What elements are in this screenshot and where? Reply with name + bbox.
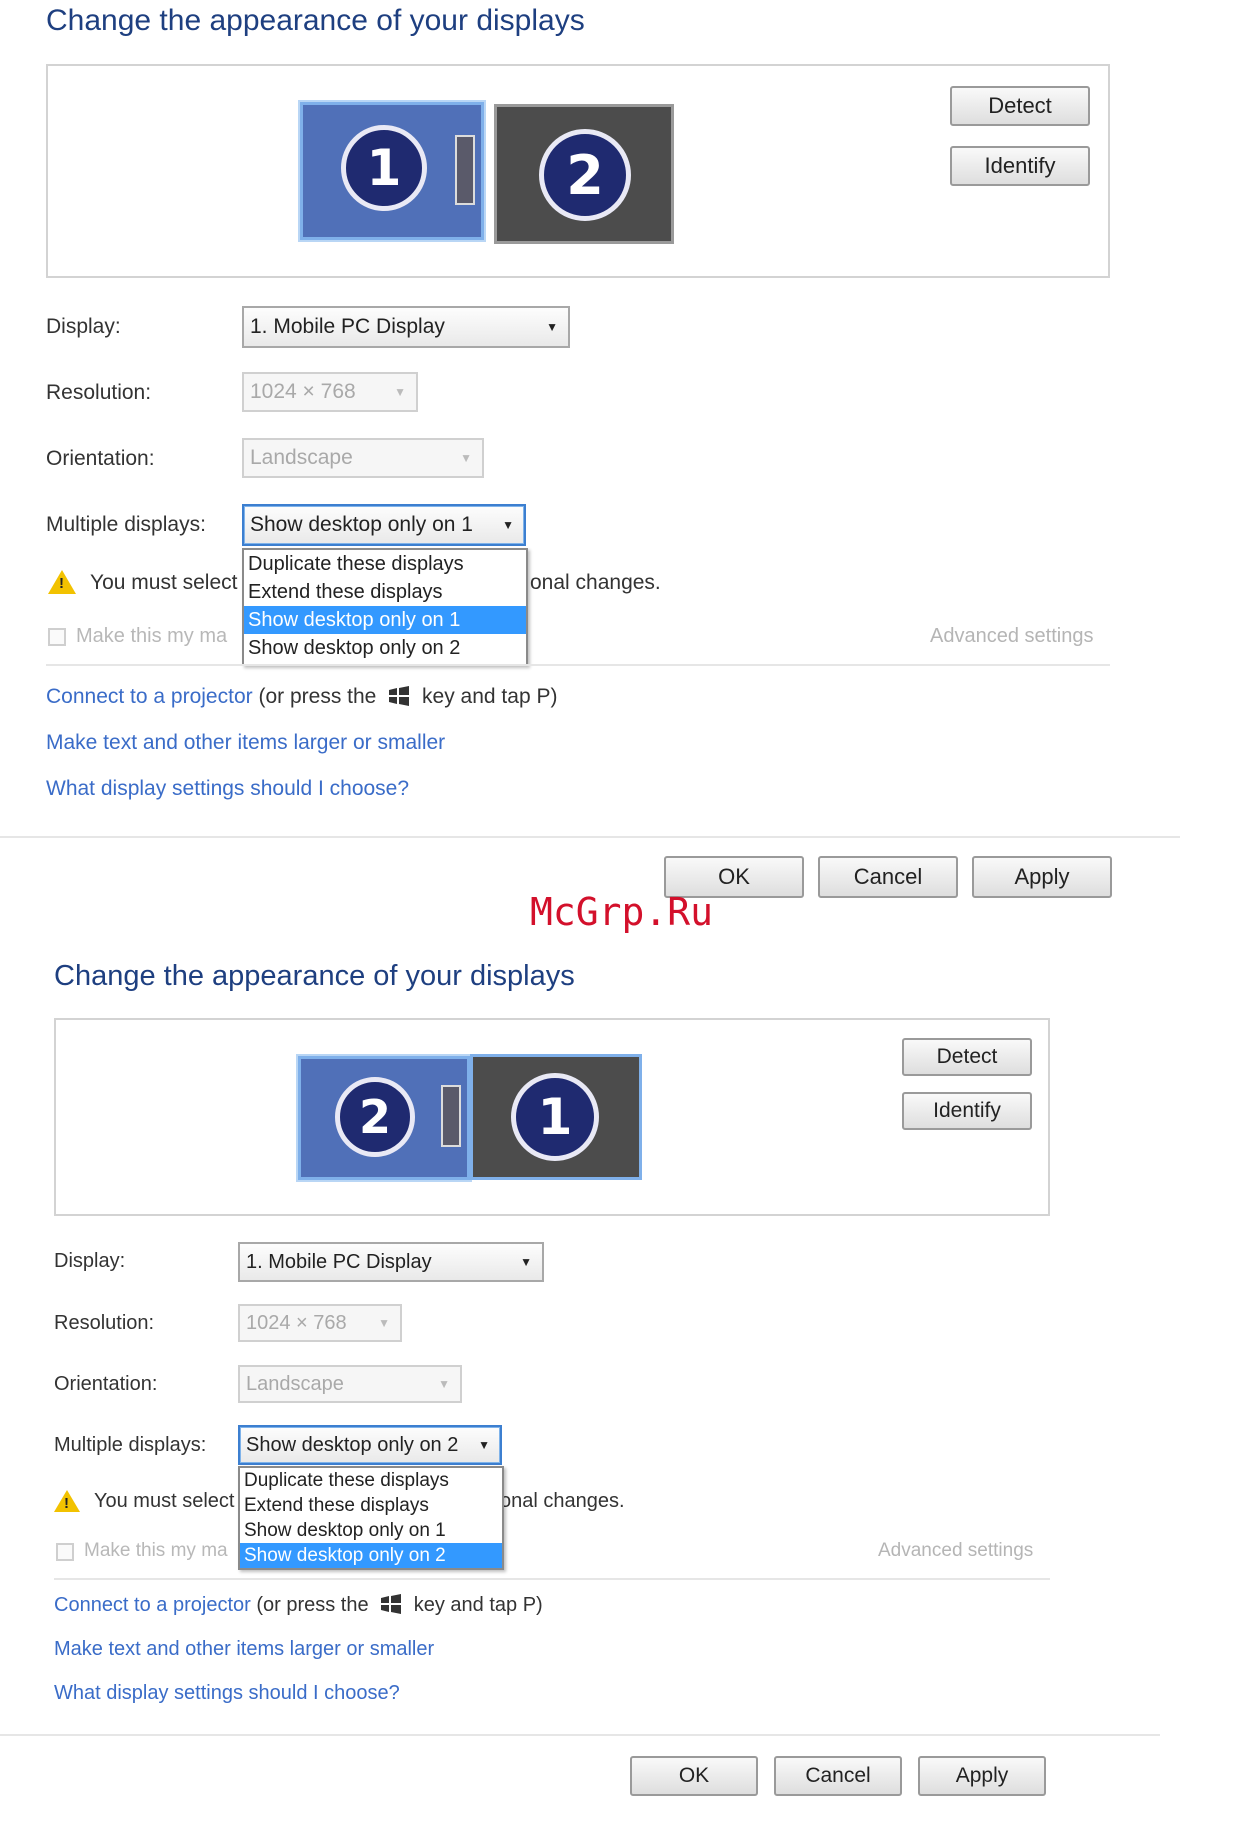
monitor-number: 1 [511, 1073, 599, 1161]
monitor-number: 1 [341, 125, 427, 211]
chevron-down-icon: ▼ [394, 385, 406, 399]
projector-link-row: Connect to a projector (or press the key… [54, 1594, 543, 1617]
windows-logo-icon [389, 686, 410, 706]
dropdown-option-show-only-1[interactable]: Show desktop only on 1 [240, 1518, 502, 1543]
taskbar-indicator [441, 1085, 461, 1147]
text-size-link[interactable]: Make text and other items larger or smal… [46, 731, 445, 755]
apply-button[interactable]: Apply [918, 1756, 1046, 1796]
dropdown-option-duplicate[interactable]: Duplicate these displays [240, 1468, 502, 1493]
dropdown-option-show-only-2[interactable]: Show desktop only on 2 [240, 1543, 502, 1568]
chevron-down-icon: ▼ [378, 1316, 390, 1330]
resolution-select[interactable]: 1024 × 768 ▼ [242, 372, 418, 412]
primary-display-checkbox-label: Make this my ma [84, 1540, 228, 1561]
display-select-value: 1. Mobile PC Display [250, 315, 445, 338]
monitor-arrangement-area: 1 2 Detect Identify [46, 64, 1110, 278]
cancel-button[interactable]: Cancel [818, 856, 958, 898]
warning-text-start: You must select [90, 571, 238, 594]
warning-icon: ! [54, 1490, 80, 1512]
divider [54, 1578, 1050, 1580]
identify-button[interactable]: Identify [950, 146, 1090, 186]
watermark: McGrp.Ru [530, 890, 714, 934]
monitor-1[interactable]: 1 [300, 102, 484, 240]
multiple-displays-select-value: Show desktop only on 1 [250, 513, 473, 536]
button-bar-divider [0, 1734, 1160, 1736]
projector-hint-text-end: key and tap P) [422, 685, 558, 708]
ok-button[interactable]: OK [630, 1756, 758, 1796]
resolution-label: Resolution: [46, 381, 152, 404]
divider [46, 664, 1110, 666]
projector-hint-text: (or press the [256, 1594, 369, 1616]
multiple-displays-label: Multiple displays: [46, 513, 206, 536]
chevron-down-icon: ▼ [478, 1438, 490, 1452]
multiple-displays-select-value: Show desktop only on 2 [246, 1433, 459, 1456]
dropdown-option-show-only-2[interactable]: Show desktop only on 2 [244, 634, 526, 662]
dropdown-option-show-only-1[interactable]: Show desktop only on 1 [244, 606, 526, 634]
display-label: Display: [46, 315, 121, 338]
monitor-number: 2 [539, 129, 631, 221]
advanced-settings-link[interactable]: Advanced settings [878, 1540, 1033, 1562]
resolution-select-value: 1024 × 768 [250, 380, 356, 403]
chevron-down-icon: ▼ [438, 1377, 450, 1391]
chevron-down-icon: ▼ [520, 1255, 532, 1269]
orientation-label: Orientation: [46, 447, 155, 470]
orientation-select[interactable]: Landscape ▼ [242, 438, 484, 478]
primary-display-checkbox[interactable] [56, 1543, 74, 1561]
taskbar-indicator [455, 135, 475, 205]
orientation-label: Orientation: [54, 1373, 158, 1395]
monitor-arrangement-area: 2 1 Detect Identify [54, 1018, 1050, 1216]
resolution-select-value: 1024 × 768 [246, 1311, 347, 1334]
monitor-number: 2 [335, 1077, 415, 1157]
connect-projector-link[interactable]: Connect to a projector [54, 1594, 251, 1616]
projector-hint-text-end: key and tap P) [413, 1594, 543, 1616]
chevron-down-icon: ▼ [546, 320, 558, 334]
dropdown-option-extend[interactable]: Extend these displays [240, 1493, 502, 1518]
identify-button[interactable]: Identify [902, 1092, 1032, 1130]
display-help-link[interactable]: What display settings should I choose? [54, 1682, 400, 1705]
warning-icon: ! [48, 570, 76, 594]
multiple-displays-select[interactable]: Show desktop only on 1 ▼ [242, 504, 526, 546]
dropdown-option-duplicate[interactable]: Duplicate these displays [244, 550, 526, 578]
orientation-select[interactable]: Landscape ▼ [238, 1365, 462, 1403]
chevron-down-icon: ▼ [502, 518, 514, 532]
multiple-displays-dropdown-list: Duplicate these displays Extend these di… [242, 548, 528, 666]
display-select[interactable]: 1. Mobile PC Display ▼ [238, 1242, 544, 1282]
display-select-value: 1. Mobile PC Display [246, 1250, 432, 1273]
dropdown-option-extend[interactable]: Extend these displays [244, 578, 526, 606]
page-title: Change the appearance of your displays [54, 960, 575, 992]
detect-button[interactable]: Detect [950, 86, 1090, 126]
warning-text-end: onal changes. [500, 1490, 625, 1512]
cancel-button[interactable]: Cancel [774, 1756, 902, 1796]
primary-display-checkbox[interactable] [48, 628, 66, 646]
detect-button[interactable]: Detect [902, 1038, 1032, 1076]
display-help-link[interactable]: What display settings should I choose? [46, 777, 409, 801]
warning-text-start: You must select [94, 1490, 235, 1512]
warning-text-end: onal changes. [530, 571, 661, 594]
multiple-displays-dropdown-list: Duplicate these displays Extend these di… [238, 1466, 504, 1570]
multiple-displays-label: Multiple displays: [54, 1434, 207, 1456]
chevron-down-icon: ▼ [460, 451, 472, 465]
page-title: Change the appearance of your displays [46, 4, 585, 37]
button-bar-divider [0, 836, 1180, 838]
monitor-2[interactable]: 2 [298, 1056, 470, 1180]
text-size-link[interactable]: Make text and other items larger or smal… [54, 1638, 434, 1661]
monitor-1[interactable]: 1 [470, 1054, 642, 1180]
monitor-2[interactable]: 2 [494, 104, 674, 244]
primary-display-checkbox-label: Make this my ma [76, 625, 228, 647]
windows-logo-icon [381, 1594, 402, 1614]
resolution-label: Resolution: [54, 1312, 155, 1334]
multiple-displays-select[interactable]: Show desktop only on 2 ▼ [238, 1425, 502, 1465]
resolution-select[interactable]: 1024 × 768 ▼ [238, 1304, 402, 1342]
orientation-select-value: Landscape [246, 1372, 344, 1395]
display-select[interactable]: 1. Mobile PC Display ▼ [242, 306, 570, 348]
advanced-settings-link[interactable]: Advanced settings [930, 625, 1093, 648]
apply-button[interactable]: Apply [972, 856, 1112, 898]
connect-projector-link[interactable]: Connect to a projector [46, 685, 253, 708]
orientation-select-value: Landscape [250, 446, 353, 469]
display-label: Display: [54, 1250, 126, 1272]
projector-hint-text: (or press the [258, 685, 377, 708]
projector-link-row: Connect to a projector (or press the key… [46, 685, 557, 709]
